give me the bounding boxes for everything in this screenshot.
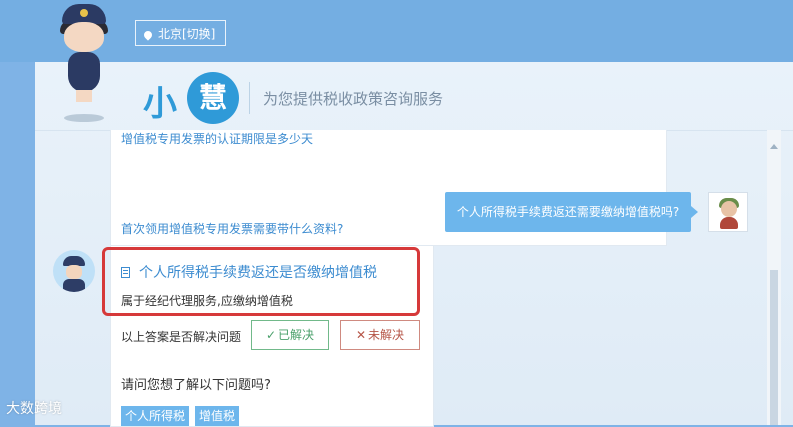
top-bar: 北京[切换] [0, 0, 793, 62]
check-icon: ✓ [265, 328, 277, 342]
scroll-thumb[interactable] [770, 270, 778, 425]
tag-vat[interactable]: 增值税 [195, 406, 240, 426]
document-icon [121, 267, 130, 278]
feedback-question: 以上答案是否解决问题 [121, 330, 242, 344]
history-link-certification-period[interactable]: 增值税专用发票的认证期限是多少天 [121, 130, 313, 147]
cross-icon: ✕ [355, 328, 367, 342]
scrollbar[interactable] [767, 130, 781, 425]
resolved-label: 已解决 [278, 328, 315, 342]
mascot-illustration [48, 4, 118, 124]
watermark: 大数跨境 [6, 401, 62, 417]
logo-circle: 慧 [187, 72, 239, 124]
location-switcher[interactable]: 北京[切换] [135, 20, 227, 46]
user-message-bubble: 个人所得税手续费返还需要缴纳增值税吗? [445, 192, 698, 232]
history-link-first-invoice-documents[interactable]: 首次领用增值税专用发票需要带什么资料? [121, 220, 343, 237]
answer-text: 属于经纪代理服务,应缴纳增值税 [121, 294, 293, 308]
tag-individual-income-tax[interactable]: 个人所得税 [121, 406, 190, 426]
scroll-up-icon[interactable] [770, 144, 778, 149]
location-label: 北京[切换] [158, 27, 216, 41]
chat-panel: 小 慧 为您提供税收政策咨询服务 增值税专用发票的认证期限是多少天 首次领用增值… [35, 62, 793, 427]
header-slogan: 为您提供税收政策咨询服务 [263, 90, 444, 108]
unresolved-label: 未解决 [368, 328, 405, 342]
unresolved-button[interactable]: ✕ 未解决 [340, 320, 420, 350]
bot-avatar [53, 250, 95, 292]
user-avatar [708, 192, 748, 232]
header-divider [249, 82, 250, 114]
answer-title-link[interactable]: 个人所得税手续费返还是否缴纳增值税 [139, 262, 377, 282]
location-pin-icon [142, 28, 154, 41]
related-questions-prompt: 请问您想了解以下问题吗? [121, 378, 271, 393]
chat-header: 小 慧 为您提供税收政策咨询服务 [35, 62, 793, 131]
resolved-button[interactable]: ✓ 已解决 [251, 320, 329, 350]
logo-text-small: 小 [143, 84, 177, 124]
